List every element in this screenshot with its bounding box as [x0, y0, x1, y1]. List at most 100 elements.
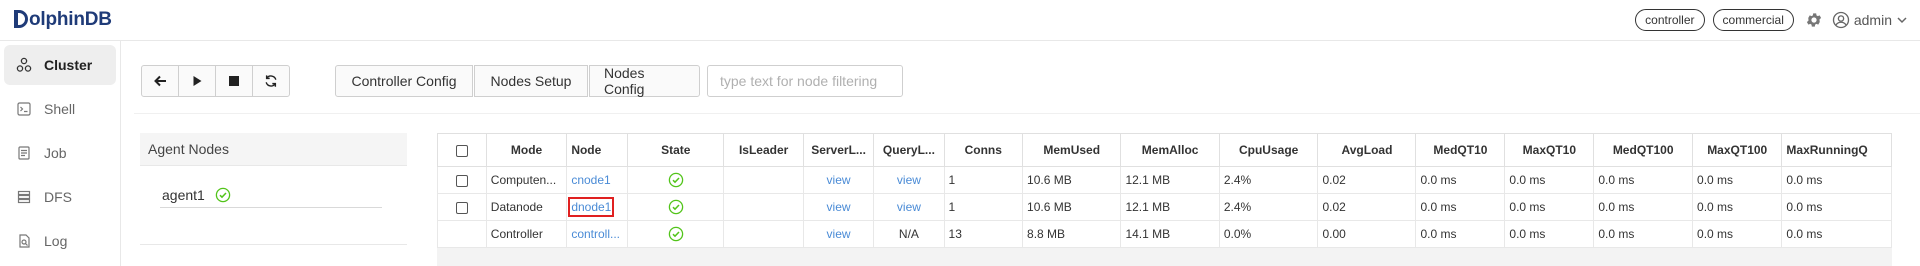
col-header-serverlog[interactable]: ServerL... [802, 133, 875, 167]
cell-isleader [723, 193, 804, 221]
section-divider [134, 113, 1920, 114]
state-ok-icon [668, 172, 684, 188]
cell-state [627, 220, 725, 248]
col-header-maxqt100[interactable]: MaxQT100 [1692, 133, 1783, 167]
config-buttons: Controller Config Nodes Setup Nodes Conf… [335, 65, 700, 97]
select-all-checkbox[interactable] [455, 144, 468, 157]
cluster-icon [14, 55, 34, 75]
stop-node-button[interactable] [215, 65, 253, 97]
cell-querylog: N/A [873, 220, 945, 248]
cell-maxqt100: 0.0 ms [1692, 193, 1783, 221]
col-header-conns[interactable]: Conns [943, 133, 1024, 167]
back-button[interactable] [141, 65, 179, 97]
agent-nodes-panel: Agent Nodes agent1 [140, 133, 407, 245]
row-checkbox[interactable] [455, 201, 468, 214]
table-row[interactable]: Computen... cnode1 view view 1 10.6 MB 1… [437, 166, 1892, 194]
sidebar-item-cluster[interactable]: Cluster [4, 45, 116, 85]
sidebar-item-shell[interactable]: Shell [4, 89, 116, 129]
cell-maxrunningq: 0.0 ms [1781, 166, 1892, 194]
nodes-table: Mode Node State IsLeader ServerL... Quer… [437, 133, 1892, 248]
col-header-memalloc[interactable]: MemAlloc [1120, 133, 1220, 167]
state-ok-icon [668, 226, 684, 242]
cell-cpuusage: 2.4% [1218, 193, 1319, 221]
cell-serverlog: view [802, 193, 875, 221]
node-filter-input[interactable] [707, 65, 903, 97]
table-row[interactable]: Controller controll... view N/A 13 8.8 M… [437, 220, 1892, 248]
nodes-config-button[interactable]: Nodes Config [589, 65, 700, 97]
cell-avgload: 0.00 [1317, 220, 1417, 248]
server-log-view-link[interactable]: view [827, 173, 851, 187]
col-header-isleader[interactable]: IsLeader [723, 133, 804, 167]
row-select-cell [437, 193, 487, 221]
cell-avgload: 0.02 [1317, 193, 1417, 221]
row-checkbox[interactable] [455, 174, 468, 187]
cell-cpuusage: 2.4% [1218, 166, 1319, 194]
sidebar-item-dfs[interactable]: DFS [4, 177, 116, 217]
row-select-cell [437, 166, 487, 194]
user-menu[interactable]: admin [1832, 11, 1908, 29]
controller-badge[interactable]: controller [1635, 9, 1705, 31]
cell-state [627, 193, 725, 221]
cell-node: controll... [566, 220, 629, 248]
col-header-maxrunningq[interactable]: MaxRunningQ [1781, 133, 1892, 167]
agent-panel-bottom-border [140, 244, 407, 245]
col-header-mode[interactable]: Mode [485, 133, 568, 167]
node-link-highlighted[interactable]: dnode1 [568, 197, 615, 217]
dolphindb-logo[interactable]: olphinDB [14, 7, 112, 33]
col-header-cpuusage[interactable]: CpuUsage [1218, 133, 1319, 167]
col-header-avgload[interactable]: AvgLoad [1317, 133, 1417, 167]
cell-conns: 1 [943, 166, 1024, 194]
col-header-medqt10[interactable]: MedQT10 [1415, 133, 1506, 167]
sidebar-item-job[interactable]: Job [4, 133, 116, 173]
col-header-maxqt10[interactable]: MaxQT10 [1504, 133, 1595, 167]
refresh-button[interactable] [252, 65, 290, 97]
chevron-down-icon [1896, 14, 1908, 26]
cell-medqt10: 0.0 ms [1415, 193, 1506, 221]
cell-querylog: view [873, 193, 945, 221]
query-log-view-link[interactable]: view [897, 173, 921, 187]
node-link[interactable]: controll... [571, 227, 620, 241]
node-control-buttons [141, 65, 290, 97]
node-link[interactable]: cnode1 [571, 173, 610, 187]
table-row[interactable]: Datanode dnode1 view view 1 10.6 MB 12.1… [437, 193, 1892, 221]
col-header-querylog[interactable]: QueryL... [873, 133, 945, 167]
cell-medqt100: 0.0 ms [1593, 220, 1694, 248]
cell-memalloc: 12.1 MB [1120, 166, 1220, 194]
col-header-node[interactable]: Node [566, 133, 629, 167]
cell-isleader [723, 220, 804, 248]
play-icon [191, 75, 203, 87]
server-log-view-link[interactable]: view [827, 227, 851, 241]
cell-medqt10: 0.0 ms [1415, 220, 1506, 248]
cell-mode: Controller [485, 220, 568, 248]
col-header-memused[interactable]: MemUsed [1022, 133, 1122, 167]
cell-serverlog: view [802, 166, 875, 194]
query-log-view-link[interactable]: view [897, 200, 921, 214]
agent-list-item[interactable]: agent1 [160, 183, 382, 208]
nodes-setup-button[interactable]: Nodes Setup [474, 65, 588, 97]
start-node-button[interactable] [178, 65, 216, 97]
cell-medqt100: 0.0 ms [1593, 193, 1694, 221]
sidebar-item-log[interactable]: Log [4, 221, 116, 261]
controller-config-button[interactable]: Controller Config [335, 65, 473, 97]
cell-medqt100: 0.0 ms [1593, 166, 1694, 194]
commercial-badge[interactable]: commercial [1712, 9, 1794, 31]
col-header-medqt100[interactable]: MedQT100 [1593, 133, 1694, 167]
cell-mode: Computen... [485, 166, 568, 194]
agent-nodes-title: Agent Nodes [140, 133, 407, 166]
cell-maxqt100: 0.0 ms [1692, 220, 1783, 248]
settings-gear-icon[interactable] [1804, 10, 1824, 30]
cell-querylog: view [873, 166, 945, 194]
table-header-row: Mode Node State IsLeader ServerL... Quer… [437, 133, 1892, 167]
check-circle-icon [215, 187, 231, 203]
cell-maxqt10: 0.0 ms [1504, 166, 1595, 194]
dfs-icon [14, 187, 34, 207]
cell-cpuusage: 0.0% [1218, 220, 1319, 248]
cell-conns: 1 [943, 193, 1024, 221]
server-log-view-link[interactable]: view [827, 200, 851, 214]
shell-icon [14, 99, 34, 119]
header-right: controller commercial admin [1635, 8, 1908, 32]
user-avatar-icon [1832, 11, 1850, 29]
cell-memused: 8.8 MB [1022, 220, 1122, 248]
cell-maxqt10: 0.0 ms [1504, 193, 1595, 221]
col-header-state[interactable]: State [627, 133, 725, 167]
